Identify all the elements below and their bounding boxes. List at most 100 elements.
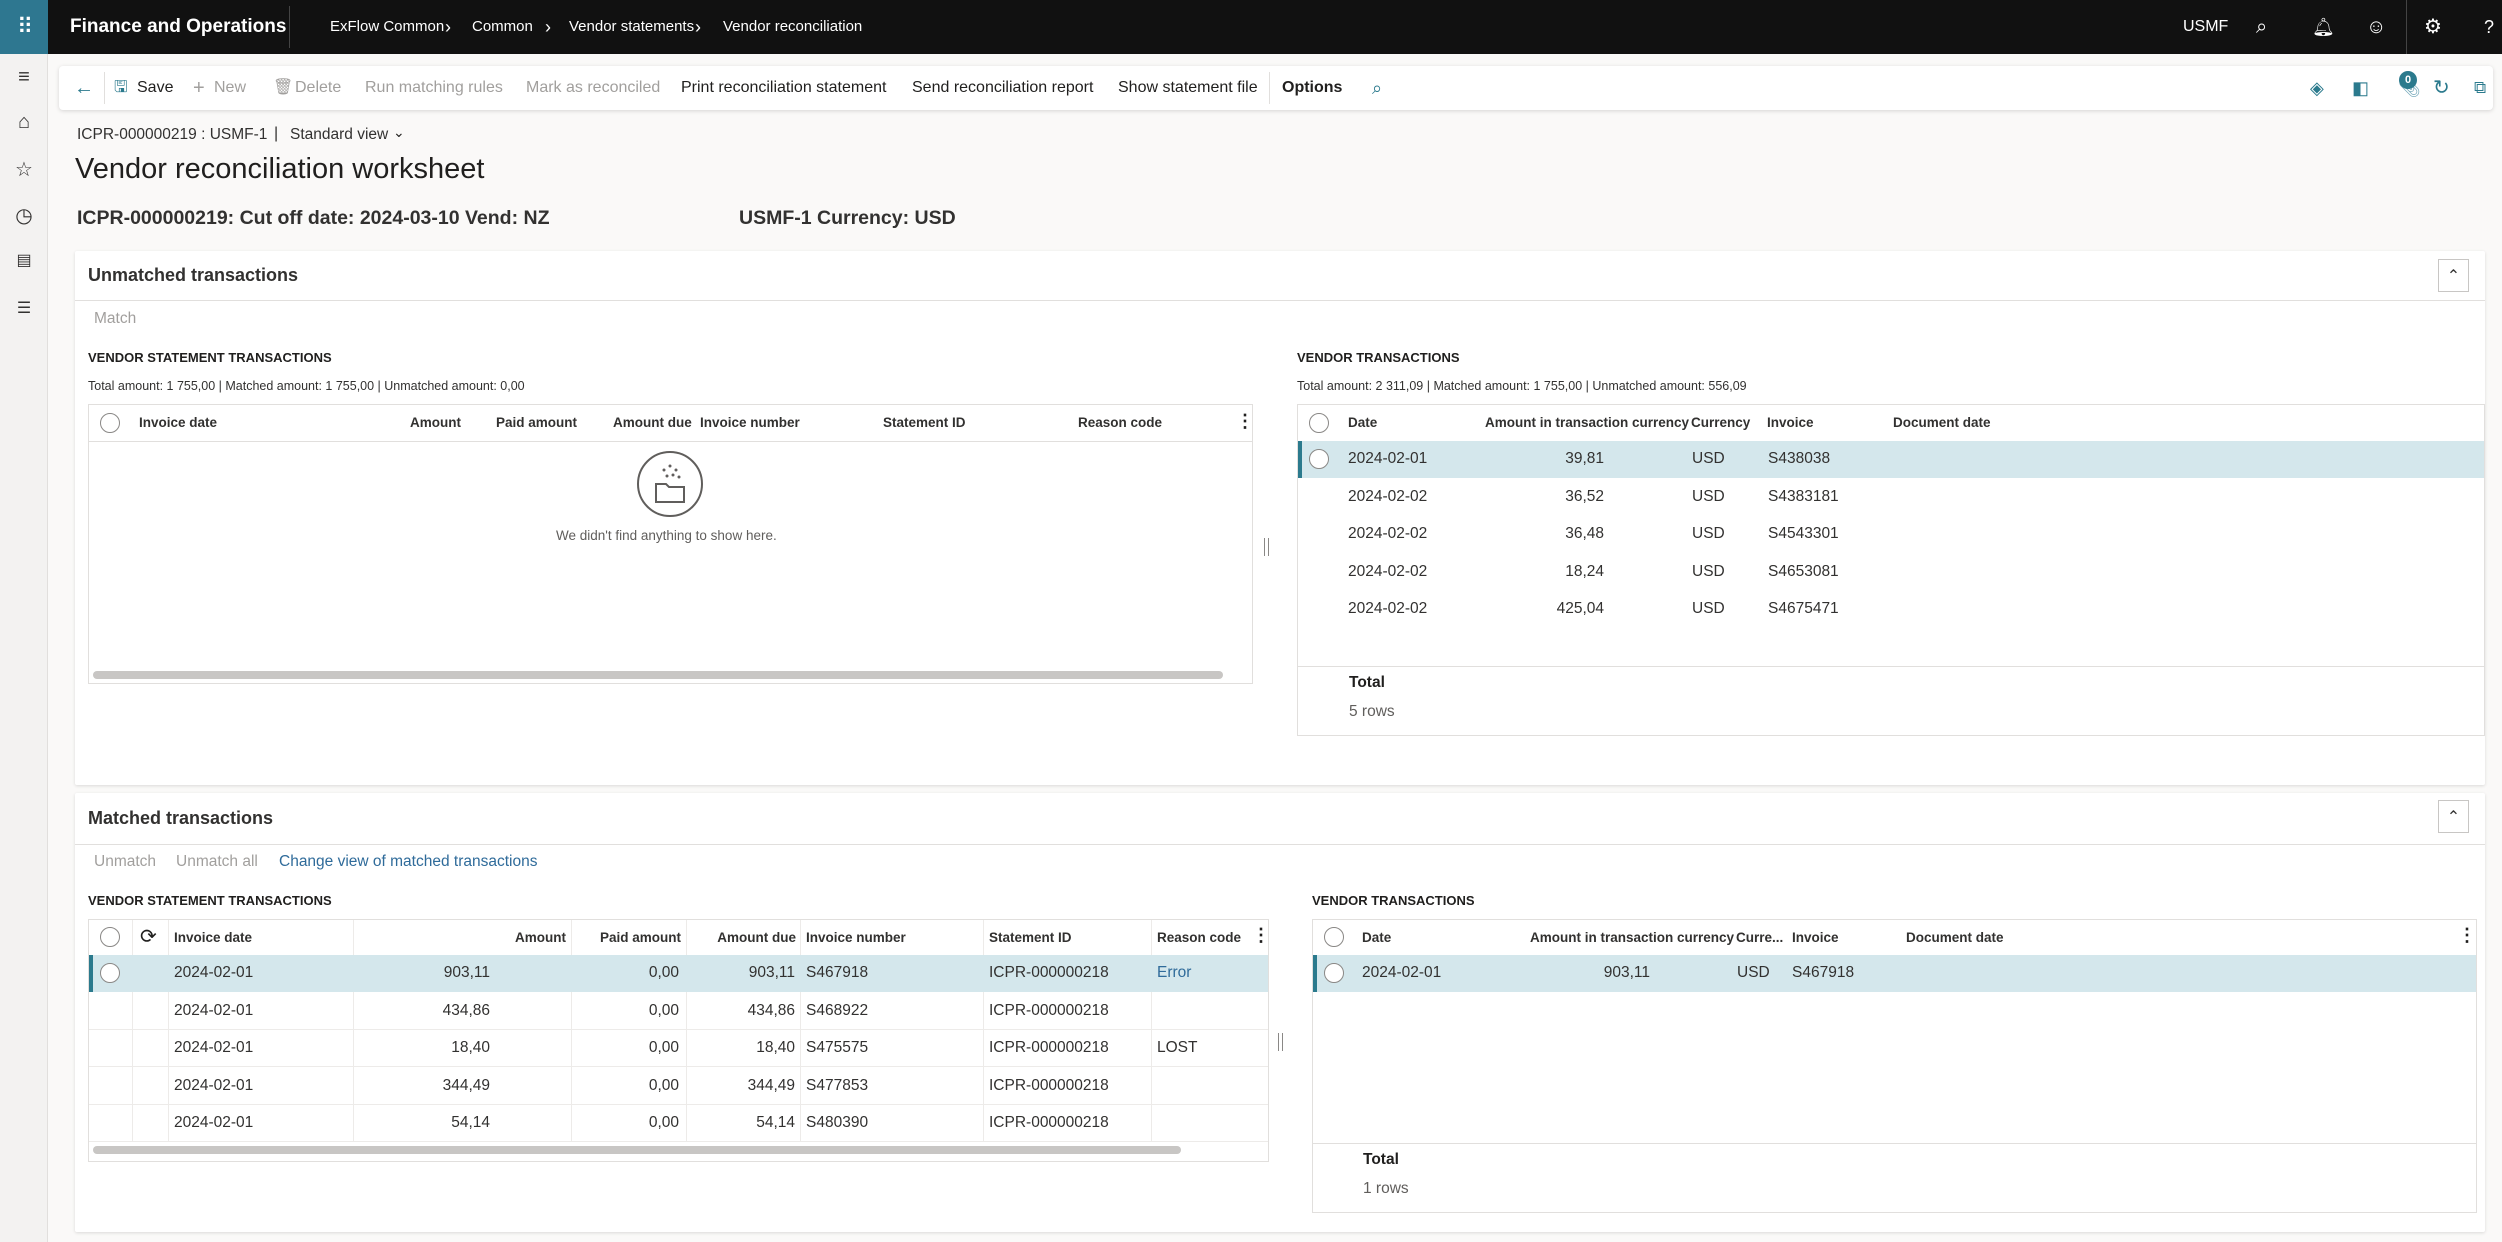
open-in-new-window-icon[interactable]: ⧉: [2474, 66, 2486, 110]
change-view-button[interactable]: Change view of matched transactions: [279, 853, 537, 871]
table-row[interactable]: [1298, 441, 2484, 478]
column-header-statement-id[interactable]: Statement ID: [989, 930, 1072, 945]
column-header-amount[interactable]: Amount: [410, 415, 461, 430]
row-select-radio[interactable]: [1309, 449, 1329, 469]
search-icon[interactable]: ⌕: [2256, 0, 2267, 54]
horizontal-scrollbar[interactable]: [93, 671, 1223, 679]
column-header-document-date[interactable]: Document date: [1906, 930, 2004, 945]
column-header-date[interactable]: Date: [1362, 930, 1391, 945]
office-icon[interactable]: ◧: [2352, 66, 2369, 110]
cell-paid-amount: 0,00: [648, 1039, 679, 1056]
company-selector[interactable]: USMF: [2183, 0, 2228, 54]
column-header-date[interactable]: Date: [1348, 415, 1377, 430]
more-options-icon[interactable]: ⋮: [1252, 925, 1270, 946]
more-options-icon[interactable]: ⋮: [1236, 411, 1254, 432]
search-icon[interactable]: ⌕: [1372, 66, 1382, 110]
column-header-invoice-number[interactable]: Invoice number: [700, 415, 800, 430]
cell-amount: 36,48: [1565, 525, 1604, 542]
column-header-invoice[interactable]: Invoice: [1792, 930, 1839, 945]
smiley-icon[interactable]: ☺: [2366, 0, 2386, 54]
table-row[interactable]: [1298, 516, 2484, 553]
bell-icon[interactable]: 🔔︎: [2312, 0, 2335, 54]
column-header-statement-id[interactable]: Statement ID: [883, 415, 966, 430]
chevron-down-icon[interactable]: ⌄: [393, 124, 405, 141]
collapse-button[interactable]: ⌃: [2438, 259, 2469, 292]
table-row[interactable]: [1298, 479, 2484, 516]
app-title[interactable]: Finance and Operations: [70, 0, 286, 54]
options-tab[interactable]: Options: [1282, 66, 1342, 110]
attachments-count-badge: 0: [2399, 71, 2417, 89]
splitter-handle[interactable]: [1264, 538, 1269, 556]
back-button[interactable]: ←: [74, 66, 94, 110]
column-header-paid-amount[interactable]: Paid amount: [496, 415, 577, 430]
column-header-invoice[interactable]: Invoice: [1767, 415, 1814, 430]
hamburger-icon[interactable]: ≡: [0, 66, 48, 89]
match-button[interactable]: Match: [94, 310, 136, 328]
breadcrumb-vendor-reconciliation[interactable]: Vendor reconciliation: [723, 0, 862, 54]
row-select-radio[interactable]: [1324, 963, 1344, 983]
column-header-paid-amount[interactable]: Paid amount: [571, 930, 681, 945]
show-statement-file-button[interactable]: Show statement file: [1118, 66, 1258, 110]
cell-statement-id: ICPR-000000218: [989, 1001, 1109, 1019]
column-header-amount-due[interactable]: Amount due: [613, 415, 692, 430]
clock-icon[interactable]: ◷: [0, 203, 48, 228]
column-header-invoice-number[interactable]: Invoice number: [806, 930, 906, 945]
column-header-amount[interactable]: Amount: [353, 930, 566, 945]
section-title[interactable]: Unmatched transactions: [88, 265, 298, 286]
row-select-radio[interactable]: [100, 963, 120, 983]
refresh-icon[interactable]: ⟳: [140, 924, 157, 949]
select-all-radio[interactable]: [1324, 927, 1344, 947]
gear-icon[interactable]: ⚙: [2424, 0, 2442, 54]
cell-amount: 18,24: [1565, 562, 1604, 580]
collapse-button[interactable]: ⌃: [2438, 800, 2469, 833]
table-row[interactable]: [1298, 591, 2484, 628]
workspace-icon[interactable]: ▤: [0, 250, 48, 270]
save-button[interactable]: Save: [137, 66, 173, 110]
waffle-icon[interactable]: ⠿: [0, 0, 48, 54]
unmatch-button[interactable]: Unmatch: [94, 853, 156, 871]
more-options-icon[interactable]: ⋮: [2458, 925, 2476, 946]
mark-as-reconciled-button[interactable]: Mark as reconciled: [526, 66, 660, 110]
select-all-radio[interactable]: [1309, 413, 1329, 433]
column-header-amount[interactable]: Amount in transaction currency: [1530, 930, 1734, 945]
run-matching-rules-button[interactable]: Run matching rules: [365, 66, 503, 110]
column-header-invoice-date[interactable]: Invoice date: [139, 415, 217, 430]
unmatch-all-button[interactable]: Unmatch all: [176, 853, 258, 871]
column-header-reason-code[interactable]: Reason code: [1157, 930, 1241, 945]
power-apps-icon[interactable]: ◈: [2310, 66, 2324, 110]
help-icon[interactable]: ?: [2484, 0, 2494, 54]
refresh-icon[interactable]: ↻: [2433, 66, 2450, 110]
section-title[interactable]: Matched transactions: [88, 808, 273, 829]
select-all-radio[interactable]: [100, 927, 120, 947]
select-all-radio[interactable]: [100, 413, 120, 433]
breadcrumb-common[interactable]: Common: [472, 0, 533, 54]
column-header-currency[interactable]: Curre...: [1736, 930, 1783, 945]
splitter-handle[interactable]: [1278, 1033, 1283, 1051]
breadcrumb-exflow-common[interactable]: ExFlow Common: [330, 0, 444, 54]
print-reconciliation-statement-button[interactable]: Print reconciliation statement: [681, 66, 886, 110]
breadcrumb-vendor-statements[interactable]: Vendor statements: [569, 0, 694, 54]
table-row[interactable]: [1298, 554, 2484, 591]
column-header-amount-due[interactable]: Amount due: [686, 930, 796, 945]
cell-invoice-date: 2024-02-01: [174, 1114, 254, 1131]
star-icon[interactable]: ☆: [0, 157, 48, 182]
cell-invoice: S4653081: [1768, 562, 1839, 580]
home-icon[interactable]: ⌂: [0, 111, 48, 134]
cell-currency: USD: [1692, 525, 1725, 542]
delete-button[interactable]: Delete: [295, 66, 341, 110]
column-header-invoice-date[interactable]: Invoice date: [174, 930, 252, 945]
cell-reason-code[interactable]: Error: [1157, 964, 1191, 982]
send-reconciliation-report-button[interactable]: Send reconciliation report: [912, 66, 1093, 110]
grid-heading: VENDOR TRANSACTIONS: [1297, 350, 1460, 365]
column-header-document-date[interactable]: Document date: [1893, 415, 1991, 430]
table-row[interactable]: [1313, 955, 2476, 992]
column-header-currency[interactable]: Currency: [1691, 415, 1750, 430]
cell-invoice: S467918: [1792, 964, 1855, 981]
column-header-amount[interactable]: Amount in transaction currency: [1485, 415, 1689, 430]
column-header-reason-code[interactable]: Reason code: [1078, 415, 1162, 430]
chevron-right-icon: ›: [695, 17, 701, 37]
horizontal-scrollbar[interactable]: [93, 1146, 1181, 1154]
list-icon[interactable]: ☰: [0, 298, 48, 318]
view-selector[interactable]: Standard view: [290, 126, 388, 144]
new-button[interactable]: New: [214, 66, 246, 110]
